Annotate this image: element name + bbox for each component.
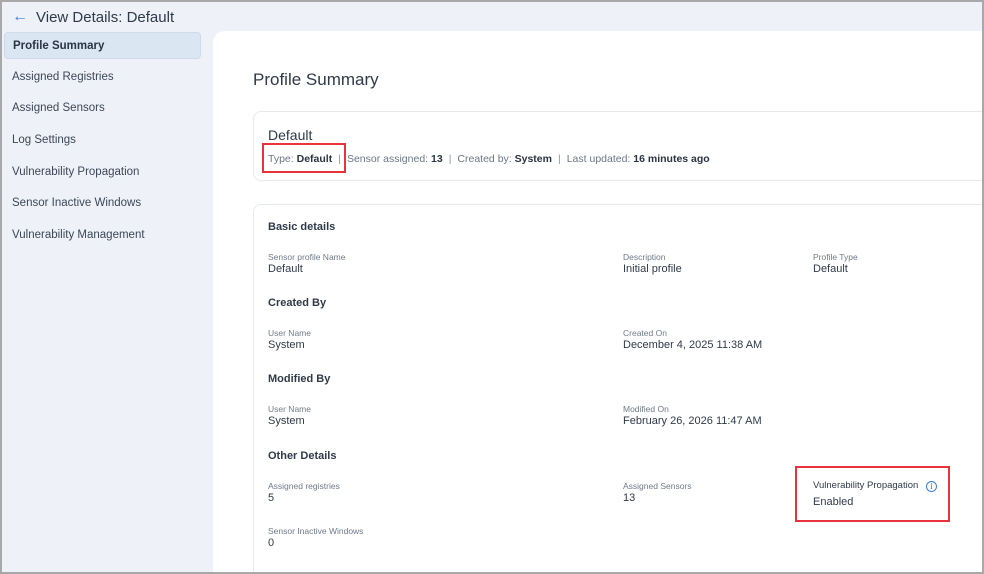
field-label: Description <box>623 252 666 262</box>
sidebar-item-assigned-sensors[interactable]: Assigned Sensors <box>4 95 201 122</box>
field-label: User Name <box>268 404 311 414</box>
separator: | <box>448 153 452 165</box>
sidebar: Profile Summary Assigned Registries Assi… <box>4 32 201 254</box>
profile-name: Default <box>268 127 313 143</box>
field-value: 5 <box>268 492 275 504</box>
other-details-heading: Other Details <box>268 450 337 462</box>
field-value: Default <box>268 263 303 275</box>
summary-card: Default Type: Default | Sensor assigned: 1… <box>253 111 982 181</box>
window: ← View Details: Default Profile Summary … <box>0 0 984 574</box>
field-label: Assigned registries <box>268 481 340 491</box>
updated-label: Last updated: <box>566 153 631 165</box>
page-header-title: View Details: Default <box>36 8 175 26</box>
field-value: System <box>268 415 305 427</box>
basic-details-heading: Basic details <box>268 221 336 233</box>
created-value: System <box>514 153 552 165</box>
sidebar-item-profile-summary[interactable]: Profile Summary <box>4 32 201 59</box>
sensor-label: Sensor assigned: <box>346 153 429 165</box>
field-value: February 26, 2026 11:47 AM <box>623 415 762 427</box>
highlight-box <box>262 143 346 173</box>
field-label: Assigned Sensors <box>623 481 692 491</box>
highlight-box <box>795 466 950 522</box>
back-arrow-icon[interactable]: ← <box>12 8 28 26</box>
field-value: December 4, 2025 11:38 AM <box>623 339 763 351</box>
details-card: Basic details Sensor profile Name Defaul… <box>253 204 982 572</box>
separator: | <box>557 153 561 165</box>
field-label: Created On <box>623 328 667 338</box>
field-label: User Name <box>268 328 311 338</box>
field-value: Default <box>813 263 848 275</box>
field-label: Sensor Inactive Windows <box>268 526 364 536</box>
created-label: Created by: <box>457 153 512 165</box>
sidebar-item-vulnerability-management[interactable]: Vulnerability Management <box>4 222 201 249</box>
sidebar-item-vulnerability-propagation[interactable]: Vulnerability Propagation <box>4 159 201 186</box>
field-label: Profile Type <box>813 252 858 262</box>
sidebar-item-assigned-registries[interactable]: Assigned Registries <box>4 64 201 91</box>
field-value: 0 <box>268 537 275 549</box>
created-by-heading: Created By <box>268 297 327 309</box>
field-value: 13 <box>623 492 636 504</box>
field-value: System <box>268 339 305 351</box>
sensor-value: 13 <box>431 153 443 165</box>
sidebar-item-sensor-inactive-windows[interactable]: Sensor Inactive Windows <box>4 190 201 217</box>
field-label: Sensor profile Name <box>268 252 346 262</box>
field-value: Initial profile <box>623 263 682 275</box>
updated-value: 16 minutes ago <box>633 153 710 165</box>
main-panel: Profile Summary Default Type: Default | Se… <box>213 31 982 572</box>
field-label: Modified On <box>623 404 669 414</box>
header: ← View Details: Default <box>12 8 174 26</box>
sidebar-item-log-settings[interactable]: Log Settings <box>4 127 201 154</box>
modified-by-heading: Modified By <box>268 373 331 385</box>
page-title: Profile Summary <box>253 70 379 89</box>
